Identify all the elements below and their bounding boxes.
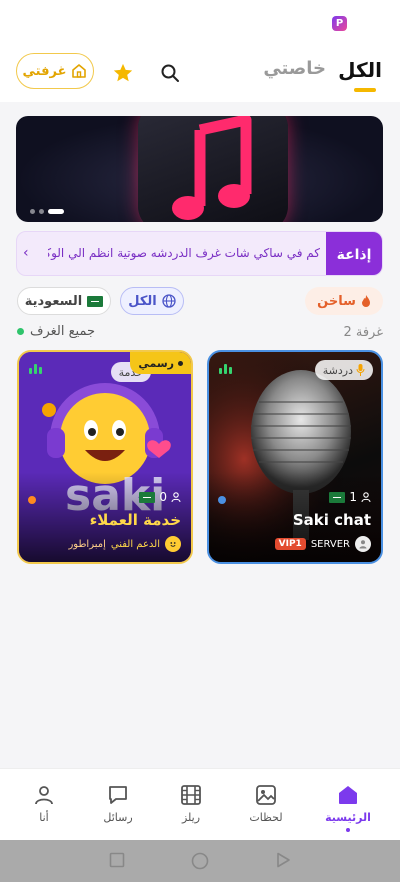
home-icon [339, 786, 357, 804]
section-title: جميع الغرف [17, 324, 95, 339]
chat-bubble-icon [109, 786, 127, 804]
section-title-text: جميع الغرف [30, 324, 96, 339]
room-name: خدمة العملاء [89, 511, 181, 529]
nav-messages-label: رسائل [103, 811, 133, 824]
nav-moments[interactable]: لحظات [236, 783, 296, 824]
nav-reels[interactable]: ريلز [161, 783, 221, 824]
room-name: Saki chat [292, 511, 371, 529]
banner-dot[interactable] [39, 209, 44, 214]
country-label: السعودية [24, 293, 83, 309]
music-note-icon [172, 116, 252, 220]
official-badge: رسمي [130, 352, 191, 374]
flame-icon [361, 295, 370, 307]
home-icon [72, 64, 87, 78]
filter-all-label: الكل [128, 293, 157, 309]
status-dot [218, 496, 226, 504]
nav-moments-label: لحظات [249, 811, 283, 824]
nav-me[interactable]: أنا [14, 783, 74, 824]
room-category-badge: دردشة [314, 360, 373, 380]
room-count: 2 غرفة [343, 325, 383, 340]
search-button[interactable] [157, 60, 183, 86]
filter-all[interactable]: الكل [120, 287, 184, 315]
online-dot [17, 328, 24, 335]
member-count: 0 [139, 490, 181, 504]
search-icon [161, 64, 179, 82]
person-icon [35, 786, 53, 805]
member-count-value: 0 [159, 490, 167, 504]
back-triangle-icon[interactable] [275, 852, 291, 868]
user-icon [359, 540, 367, 549]
banner-pagination [30, 209, 64, 214]
room-owner: VIP1 SERVER [274, 536, 371, 552]
nav-reels-label: ريلز [181, 811, 201, 824]
nav-active-indicator [346, 828, 350, 832]
category-label: دردشة [322, 363, 353, 377]
top-header: الكل خاصتي غرفتي [0, 44, 400, 102]
tab-all-underline [354, 88, 376, 92]
bottom-navigation: الرئيسية لحظات ريلز رسائل أنا [0, 768, 400, 840]
favorites-button[interactable] [110, 60, 136, 86]
microphone-icon [356, 364, 365, 376]
nav-home-label: الرئيسية [325, 811, 371, 824]
saudi-flag-icon [87, 295, 104, 307]
person-icon [171, 492, 181, 502]
filter-country[interactable]: السعودية [17, 287, 111, 315]
banner-dot[interactable] [30, 209, 35, 214]
member-count: 1 [329, 490, 371, 504]
smiley-icon [170, 542, 176, 547]
system-navigation-bar [0, 840, 400, 882]
owner-rank: إمبراطور [68, 538, 106, 550]
banner-music-card [138, 116, 288, 222]
promo-banner[interactable] [16, 116, 383, 222]
announcement-tag: إذاعة [326, 232, 382, 275]
member-count-value: 1 [349, 490, 357, 504]
nav-me-label: أنا [39, 811, 49, 824]
globe-icon [162, 294, 176, 308]
star-icon [113, 63, 133, 82]
owner-name: الدعم الفني [110, 538, 160, 550]
official-dot [178, 360, 183, 366]
recents-icon[interactable] [109, 852, 125, 868]
owner-avatar [355, 536, 371, 552]
filter-hot[interactable]: ساخن [305, 287, 383, 315]
room-card-saki-chat[interactable]: دردشة 1 Saki chat VIP1 SERVER [207, 350, 383, 564]
announcement-bar[interactable]: إذاعة كم في ساكي شات غرف الدردشه صوتية ا… [16, 231, 383, 276]
status-dot [28, 496, 36, 504]
my-room-button[interactable]: غرفتي [16, 53, 94, 89]
saudi-flag-icon [329, 491, 346, 503]
tab-all[interactable]: الكل [338, 58, 382, 82]
chevron-left-icon[interactable]: ‹ [23, 245, 29, 261]
saudi-flag-icon [139, 491, 156, 503]
room-card-customer-service[interactable]: saki خدمة رسمي 0 خدمة العملاء إمبراطور ا… [17, 350, 193, 564]
banner-dot-active[interactable] [48, 209, 64, 214]
announcement-text: كم في ساكي شات غرف الدردشه صوتية انظم ال… [48, 246, 320, 260]
film-icon [181, 785, 201, 805]
vip-badge: VIP1 [274, 538, 306, 550]
home-circle-icon[interactable] [191, 852, 209, 870]
room-owner: إمبراطور الدعم الفني [68, 536, 181, 552]
tab-private[interactable]: خاصتي [263, 58, 326, 79]
hot-label: ساخن [317, 293, 356, 309]
official-label: رسمي [138, 356, 174, 370]
audio-bars-icon [29, 364, 42, 374]
person-icon [361, 492, 371, 502]
status-bar: P [0, 0, 400, 44]
my-room-label: غرفتي [22, 63, 67, 79]
app-notification-icon: P [332, 16, 347, 31]
image-icon [256, 785, 276, 805]
nav-home[interactable]: الرئيسية [318, 783, 378, 832]
nav-messages[interactable]: رسائل [88, 783, 148, 824]
audio-bars-icon [219, 364, 232, 374]
owner-avatar [165, 536, 181, 552]
owner-name: SERVER [310, 538, 350, 550]
